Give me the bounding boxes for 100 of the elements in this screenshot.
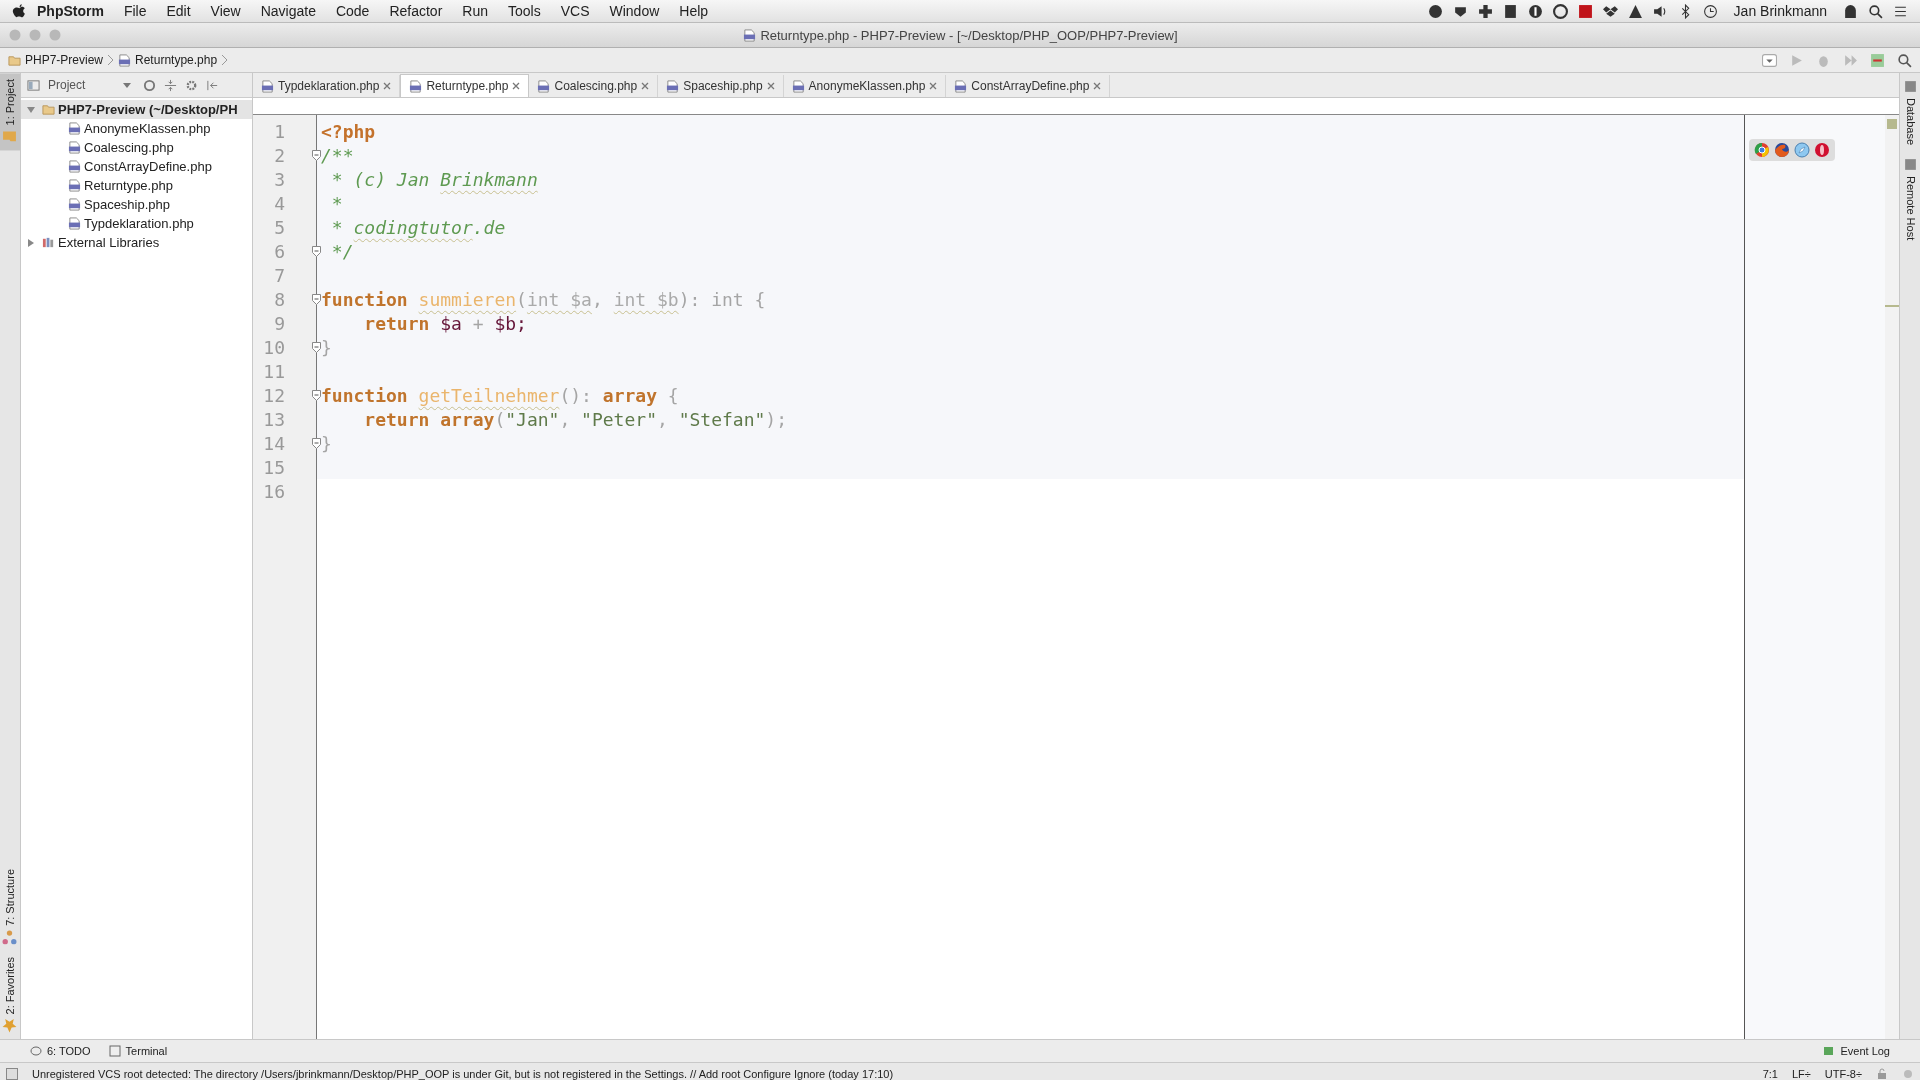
php-file-icon [68, 179, 81, 192]
tool-window-tab[interactable]: Database [1900, 73, 1920, 152]
menu-item[interactable]: Edit [156, 3, 201, 19]
php-file-icon [261, 79, 274, 93]
line-number: 16 [262, 480, 285, 502]
close-icon[interactable] [929, 82, 938, 90]
tray-icon[interactable] [1502, 3, 1518, 19]
tree-item[interactable]: Spaceship.php [21, 195, 252, 214]
editor-tab[interactable]: Returntype.php [400, 74, 530, 97]
close-icon[interactable] [766, 82, 775, 90]
user-name[interactable]: Jan Brinkmann [1733, 3, 1827, 19]
php-file-icon [791, 79, 805, 93]
gear-icon[interactable] [185, 78, 199, 92]
status-toggle-icon[interactable] [6, 1067, 18, 1080]
close-icon[interactable] [512, 82, 521, 90]
menu-item[interactable]: View [200, 3, 251, 19]
tray-icon[interactable] [1477, 3, 1493, 19]
php-file-icon [954, 79, 968, 93]
menu-item[interactable]: Window [599, 3, 670, 19]
line-separator-selector[interactable]: LF÷ [1791, 1067, 1811, 1080]
volume-icon[interactable] [1652, 3, 1668, 19]
line-number: 6 [273, 240, 285, 262]
tray-icon[interactable] [1427, 3, 1443, 19]
tree-item[interactable]: Coalescing.php [21, 138, 252, 157]
tray-icon[interactable] [1577, 3, 1593, 19]
php-file-icon [68, 217, 81, 230]
fold-marker-icon[interactable] [312, 437, 321, 449]
menu-item[interactable]: Help [669, 3, 719, 19]
dropbox-icon[interactable] [1602, 3, 1618, 19]
library-icon [42, 236, 55, 249]
menu-item[interactable]: VCS [550, 3, 600, 19]
tray-icon[interactable] [1627, 3, 1643, 19]
tree-item[interactable]: PHP7-Preview (~/Desktop/PH [21, 100, 252, 119]
menu-item[interactable]: File [113, 3, 157, 19]
caret-icon[interactable] [123, 81, 132, 89]
tool-window-tab[interactable]: 7: Structure [0, 862, 20, 951]
lock-icon[interactable] [1876, 1067, 1888, 1080]
browser-icon[interactable] [1814, 142, 1830, 158]
caret-position[interactable]: 7:1 [1762, 1067, 1778, 1080]
line-number: 7 [273, 264, 285, 286]
menu-item[interactable]: Refactor [379, 3, 453, 19]
menu-item[interactable]: Tools [498, 3, 551, 19]
close-icon[interactable] [383, 82, 392, 90]
breadcrumb-item[interactable]: PHP7-Preview [25, 53, 104, 67]
vcs-icon[interactable] [1870, 52, 1885, 68]
collapsed-arrow-icon[interactable] [27, 238, 35, 247]
fold-marker-icon[interactable] [312, 389, 321, 401]
line-number: 3 [273, 168, 285, 190]
line-number: 8 [273, 288, 285, 310]
php-file-icon [68, 198, 81, 211]
close-icon[interactable] [1093, 82, 1102, 90]
search-icon[interactable] [1868, 3, 1883, 19]
app-menu[interactable]: PhpStorm [27, 3, 114, 19]
fold-marker-icon[interactable] [312, 149, 321, 161]
encoding-selector[interactable]: UTF-8÷ [1824, 1067, 1862, 1080]
browser-icon[interactable] [1774, 142, 1790, 158]
php-file-icon [666, 79, 680, 93]
tree-item[interactable]: External Libraries [21, 233, 252, 252]
fold-marker-icon[interactable] [312, 245, 321, 257]
clock-icon[interactable] [1702, 3, 1718, 19]
view-selector[interactable]: Project [48, 78, 86, 92]
tree-item[interactable]: Returntype.php [21, 176, 252, 195]
fold-marker-icon[interactable] [312, 341, 321, 353]
line-number: 4 [273, 192, 285, 214]
tool-window-tab[interactable]: 1: Project [0, 73, 20, 151]
tool-window-tab[interactable]: Terminal [108, 1045, 168, 1057]
fold-marker-icon[interactable] [312, 293, 321, 305]
search-icon[interactable] [1897, 52, 1912, 68]
tray-icon[interactable] [1843, 3, 1858, 19]
project-view-icon [27, 78, 40, 92]
chevron-icon [107, 54, 115, 66]
tool-window-tab[interactable]: 2: Favorites [0, 950, 20, 1039]
tool-window-tab[interactable]: 6: TODO [30, 1045, 91, 1057]
breadcrumb-item[interactable]: Returntype.php [135, 53, 218, 67]
code-line: function summieren(int $a, int $b): int { [321, 288, 766, 310]
tree-item[interactable]: ConstArrayDefine.php [21, 157, 252, 176]
editor-tab[interactable]: Spaceship.php [658, 75, 784, 97]
star-icon [2, 1018, 18, 1033]
collapse-all-icon[interactable] [164, 78, 178, 92]
tray-icon[interactable] [1552, 3, 1568, 19]
event-log-tab[interactable]: Event Log [1823, 1045, 1890, 1057]
tree-item[interactable]: AnonymeKlassen.php [21, 119, 252, 138]
locate-icon[interactable] [143, 78, 157, 92]
expanded-arrow-icon[interactable] [27, 105, 35, 114]
tool-window-tab[interactable]: Remote Host [1900, 151, 1920, 247]
close-icon[interactable] [641, 82, 650, 90]
tray-icon[interactable] [1527, 3, 1543, 19]
editor-tab[interactable]: ConstArrayDefine.php [946, 75, 1111, 97]
editor-tab[interactable]: Coalescing.php [529, 75, 659, 97]
menu-item[interactable]: Code [325, 3, 380, 19]
menu-item[interactable]: Run [452, 3, 498, 19]
code-line: * (c) Jan Brinkmann [330, 168, 538, 190]
dropdown-icon[interactable] [1762, 52, 1777, 68]
editor-tab[interactable]: AnonymeKlassen.php [783, 75, 947, 97]
browser-icon[interactable] [1754, 142, 1770, 158]
line-number: 14 [262, 432, 285, 454]
hide-panel-icon[interactable] [206, 78, 220, 92]
tree-item[interactable]: Typdeklaration.php [21, 214, 252, 233]
menu-item[interactable]: Navigate [250, 3, 326, 19]
apple-logo-icon[interactable] [12, 3, 27, 19]
